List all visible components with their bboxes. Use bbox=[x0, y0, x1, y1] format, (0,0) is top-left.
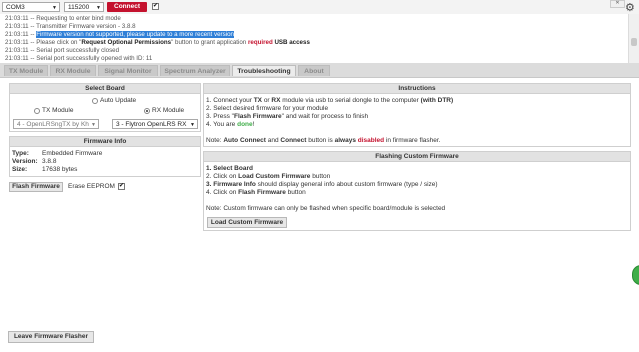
connect-button[interactable]: Connect bbox=[107, 2, 147, 12]
baud-select[interactable]: 115200 ▼ bbox=[64, 2, 104, 12]
chevron-down-icon: ▼ bbox=[190, 122, 195, 128]
chevron-down-icon: ▼ bbox=[52, 5, 57, 11]
rx-module-label: RX Module bbox=[152, 107, 185, 114]
custom-step: 4. Click on Flash Firmware button bbox=[206, 189, 306, 196]
auto-update-radio[interactable] bbox=[92, 98, 98, 104]
custom-step: 3. Firmware Info should display general … bbox=[206, 181, 438, 188]
custom-firmware-title: Flashing Custom Firmware bbox=[204, 152, 630, 162]
rx-board-value: 3 - Flytron OpenLRS RX bbox=[116, 121, 187, 128]
instructions-note: Note: Auto Connect and Connect button is… bbox=[206, 137, 441, 144]
auto-update-label: Auto Update bbox=[100, 97, 137, 104]
instruction-step: 3. Press "Flash Firmware" and wait for p… bbox=[206, 113, 369, 120]
load-custom-firmware-button[interactable]: Load Custom Firmware bbox=[207, 217, 287, 228]
chevron-down-icon: ▼ bbox=[91, 122, 96, 128]
tx-board-value: 4 - OpenLRSngTX by Kh bbox=[17, 121, 89, 128]
select-board-title: Select Board bbox=[10, 84, 200, 94]
tab-rx-module[interactable]: RX Module bbox=[50, 65, 96, 76]
custom-step: 1. Select Board bbox=[206, 165, 253, 172]
version-label: Version: bbox=[12, 158, 38, 165]
log-line: 21:03:11 -- Please click on "Request Opt… bbox=[5, 39, 310, 46]
log-line: 21:03:11 -- Requesting to enter bind mod… bbox=[5, 15, 121, 22]
instruction-step: 2. Select desired firmware for your modu… bbox=[206, 105, 329, 112]
baud-value: 115200 bbox=[68, 4, 90, 11]
tab-troubleshooting[interactable]: Troubleshooting bbox=[232, 65, 296, 76]
select-board-panel: Select Board Auto Update TX Module RX Mo… bbox=[9, 83, 201, 132]
custom-step: 2. Click on Load Custom Firmware button bbox=[206, 173, 331, 180]
leave-firmware-flasher-button[interactable]: Leave Firmware Flasher bbox=[8, 331, 94, 343]
log-line: 21:03:11 -- Firmware version not support… bbox=[5, 31, 234, 38]
size-value: 17638 bytes bbox=[42, 166, 78, 173]
instructions-title: Instructions bbox=[204, 84, 630, 94]
log-line: 21:03:11 -- Serial port successfully clo… bbox=[5, 47, 120, 54]
rx-module-radio[interactable] bbox=[144, 108, 150, 114]
tab-signal-monitor[interactable]: Signal Monitor bbox=[98, 65, 158, 76]
firmware-info-panel: Firmware Info Type: Embedded Firmware Ve… bbox=[9, 136, 201, 177]
custom-note: Note: Custom firmware can only be flashe… bbox=[206, 205, 446, 212]
port-value: COM3 bbox=[6, 4, 25, 11]
port-select[interactable]: COM3 ▼ bbox=[2, 2, 60, 12]
tx-module-radio[interactable] bbox=[34, 108, 40, 114]
instruction-step: 4. You are done! bbox=[206, 121, 255, 128]
top-toolbar: COM3 ▼ 115200 ▼ Connect ✔ ✕ ⚙ bbox=[0, 0, 639, 15]
firmware-info-title: Firmware Info bbox=[10, 137, 200, 147]
flash-firmware-button[interactable]: Flash Firmware bbox=[9, 182, 63, 192]
log-line: 21:03:11 -- Transmitter Firmware version… bbox=[5, 23, 136, 30]
log-console: 21:03:11 -- Requesting to enter bind mod… bbox=[0, 14, 639, 64]
tx-module-label: TX Module bbox=[42, 107, 74, 114]
side-handle[interactable] bbox=[632, 265, 639, 285]
tx-board-select[interactable]: 4 - OpenLRSngTX by Kh ▼ bbox=[13, 119, 99, 129]
tab-bar: TX Module RX Module Signal Monitor Spect… bbox=[0, 63, 639, 78]
tab-tx-module[interactable]: TX Module bbox=[4, 65, 48, 76]
tab-about[interactable]: About bbox=[298, 65, 330, 76]
log-line: 21:03:11 -- Serial port successfully ope… bbox=[5, 55, 153, 62]
instructions-panel: Instructions 1. Connect your TX or RX mo… bbox=[203, 83, 631, 147]
size-label: Size: bbox=[12, 166, 28, 173]
gear-icon[interactable]: ⚙ bbox=[625, 1, 635, 14]
chevron-down-icon: ▼ bbox=[96, 5, 101, 11]
auto-connect-checkbox[interactable]: ✔ bbox=[152, 3, 159, 10]
instruction-step: 1. Connect your TX or RX module via usb … bbox=[206, 97, 454, 104]
version-value: 3.8.8 bbox=[42, 158, 57, 165]
erase-eeprom-label: Erase EEPROM bbox=[68, 183, 115, 190]
rx-board-select[interactable]: 3 - Flytron OpenLRS RX ▼ bbox=[112, 119, 198, 129]
log-scrollbar[interactable] bbox=[628, 14, 639, 63]
type-value: Embedded Firmware bbox=[42, 150, 103, 157]
custom-firmware-panel: Flashing Custom Firmware 1. Select Board… bbox=[203, 151, 631, 231]
close-icon[interactable]: ✕ bbox=[610, 0, 625, 8]
type-label: Type: bbox=[12, 150, 29, 157]
erase-eeprom-checkbox[interactable]: ✔ bbox=[118, 183, 125, 190]
tab-spectrum-analyzer[interactable]: Spectrum Analyzer bbox=[160, 65, 230, 76]
